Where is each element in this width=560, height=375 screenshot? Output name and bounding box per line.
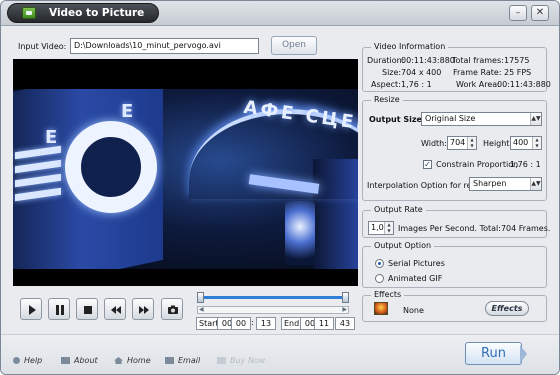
serial-pictures-label: Serial Pictures xyxy=(388,259,445,268)
fast-forward-icon xyxy=(139,306,149,314)
close-icon: ✕ xyxy=(535,7,545,18)
effects-title: Effects xyxy=(371,290,405,299)
pause-button[interactable] xyxy=(48,298,70,320)
resize-title: Resize xyxy=(371,95,403,104)
serial-pictures-radio[interactable] xyxy=(375,259,384,268)
start-marker-handle[interactable] xyxy=(197,292,204,303)
width-stepper[interactable]: 704 ▲ ▼ xyxy=(447,136,477,150)
height-stepper[interactable]: 400 ▲ ▼ xyxy=(510,136,542,150)
animated-gif-radio[interactable] xyxy=(375,274,384,283)
video-frame: E E АФЕ СЦЕНА xyxy=(13,89,358,269)
previous-frame-button[interactable] xyxy=(104,298,126,320)
minimize-button[interactable]: – xyxy=(509,5,527,21)
end-seconds-field[interactable]: 43 xyxy=(335,317,355,330)
home-link[interactable]: Home xyxy=(114,356,151,365)
effects-button[interactable]: Effects xyxy=(485,301,529,316)
start-seconds-field[interactable]: 13 xyxy=(256,317,276,330)
frame-rate-value: 25 FPS xyxy=(504,68,532,77)
cart-icon xyxy=(217,357,226,364)
spinner-icon: ▲ ▼ xyxy=(467,137,476,149)
dropdown-arrow-icon: ▲▼ xyxy=(530,178,541,190)
input-video-label: Input Video: xyxy=(18,42,67,51)
resize-group: Resize Output Size: Original Size ▲▼ Wid… xyxy=(362,95,547,201)
work-area-value: 00:11:43:880 xyxy=(497,80,551,89)
help-icon xyxy=(13,357,20,364)
app-window: Video to Picture – ✕ Input Video: D:\Dow… xyxy=(0,0,560,375)
next-frame-button[interactable] xyxy=(132,298,154,320)
play-button[interactable] xyxy=(20,298,42,320)
video-information-title: Video Information xyxy=(371,42,449,51)
email-icon xyxy=(165,357,174,364)
about-link[interactable]: About xyxy=(61,356,98,365)
window-title: Video to Picture xyxy=(49,7,145,19)
rewind-icon xyxy=(111,306,121,314)
start-minutes-field[interactable]: 00 xyxy=(231,317,251,330)
end-marker-handle[interactable] xyxy=(342,292,349,303)
help-link[interactable]: Help xyxy=(13,356,42,365)
home-icon xyxy=(114,357,123,364)
close-button[interactable]: ✕ xyxy=(531,5,549,21)
stop-button[interactable] xyxy=(76,298,98,320)
output-rate-description: Images Per Second. Total:704 Frames. xyxy=(398,224,551,233)
position-slider[interactable] xyxy=(197,292,349,303)
end-minutes-field[interactable]: 11 xyxy=(314,317,334,330)
total-frames-value: 17575 xyxy=(504,56,530,65)
stop-icon xyxy=(84,306,92,314)
output-size-select[interactable]: Original Size ▲▼ xyxy=(421,112,542,126)
title-bar[interactable]: Video to Picture – ✕ xyxy=(1,1,559,26)
aspect-value: 1,76 : 1 xyxy=(401,80,432,89)
input-video-path-field[interactable]: D:\Downloads\10_minut_pervogo.avi xyxy=(70,38,259,54)
video-preview: E E АФЕ СЦЕНА xyxy=(13,59,358,286)
constrain-proportion-checkbox[interactable]: ✓ xyxy=(423,160,432,169)
current-effect-value: None xyxy=(403,306,424,315)
spinner-icon: ▲ ▼ xyxy=(384,222,393,234)
minimize-icon: – xyxy=(515,8,521,18)
output-rate-stepper[interactable]: 1,00 ▲ ▼ xyxy=(368,221,394,235)
range-left-icon: ◀ xyxy=(199,306,204,313)
interpolation-select[interactable]: Sharpen ▲▼ xyxy=(469,177,542,191)
open-button[interactable]: Open xyxy=(271,36,317,55)
size-value: 704 x 400 xyxy=(401,68,442,77)
range-bar[interactable]: ◀ ▶ xyxy=(197,306,349,314)
email-link[interactable]: Email xyxy=(165,356,200,365)
about-icon xyxy=(61,357,70,364)
run-button[interactable]: Run xyxy=(465,342,522,365)
dropdown-arrow-icon: ▲▼ xyxy=(530,113,541,125)
snapshot-button[interactable] xyxy=(161,298,183,320)
animated-gif-label: Animated GIF xyxy=(388,274,443,283)
buy-now-link[interactable]: Buy Now xyxy=(217,356,265,365)
play-icon xyxy=(29,305,36,315)
duration-value: 00:11:43:880 xyxy=(401,56,455,65)
output-option-group: Output Option Serial Pictures Animated G… xyxy=(362,241,547,288)
video-information-group: Video Information Duration: 00:11:43:880… xyxy=(362,42,551,92)
constrain-proportion-label: Constrain Proportion xyxy=(436,160,519,169)
app-icon xyxy=(22,7,36,19)
pause-icon xyxy=(56,305,64,315)
neon-ring xyxy=(65,121,157,213)
output-rate-title: Output Rate xyxy=(371,205,426,214)
output-option-title: Output Option xyxy=(371,241,435,250)
title-tab: Video to Picture xyxy=(7,3,159,23)
effect-preview-icon xyxy=(374,302,388,315)
constrain-ratio-value: 1,76 : 1 xyxy=(510,160,541,169)
spinner-icon: ▲ ▼ xyxy=(532,137,541,149)
output-size-label: Output Size: xyxy=(369,115,426,124)
run-arrow-icon xyxy=(520,345,527,363)
range-right-icon: ▶ xyxy=(342,306,347,313)
camera-icon xyxy=(168,305,178,314)
output-rate-group: Output Rate 1,00 ▲ ▼ Images Per Second. T… xyxy=(362,205,551,238)
